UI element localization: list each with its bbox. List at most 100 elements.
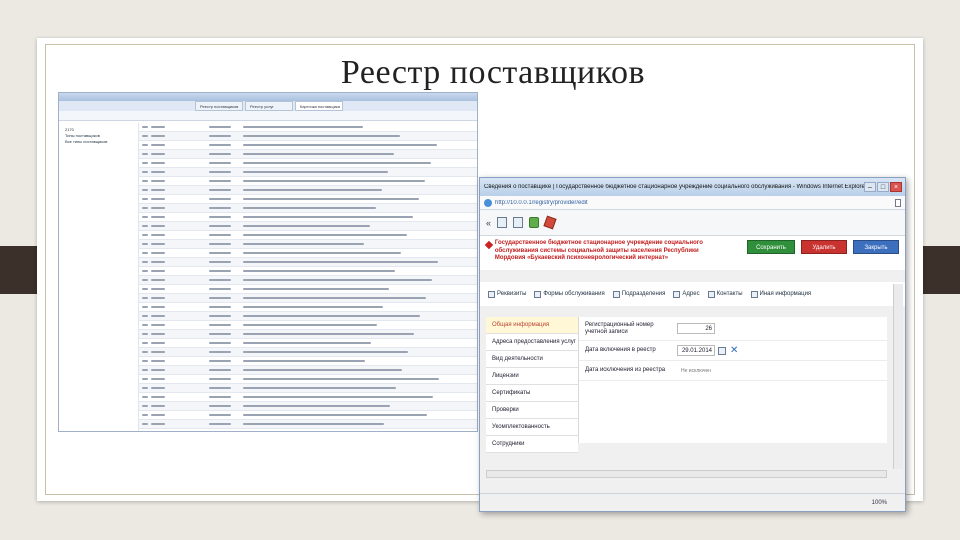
table-row[interactable] — [139, 420, 477, 429]
tab-contacts[interactable]: Контакты — [707, 290, 743, 298]
table-row[interactable] — [139, 132, 477, 141]
table-row[interactable] — [139, 177, 477, 186]
tree-item[interactable]: Все типы поставщиков — [65, 139, 132, 145]
save-button[interactable]: Сохранить — [747, 240, 795, 254]
table-row[interactable] — [139, 159, 477, 168]
tab-divisions[interactable]: Подразделения — [612, 290, 665, 298]
table-row[interactable] — [139, 240, 477, 249]
calendar-icon[interactable] — [718, 346, 726, 355]
cell-text-placeholder — [151, 369, 165, 372]
nav-employees[interactable]: Сотрудники — [486, 436, 578, 453]
pin-icon[interactable] — [543, 215, 557, 230]
table-row[interactable] — [139, 231, 477, 240]
cell-text-placeholder — [142, 351, 148, 354]
table-row[interactable] — [139, 294, 477, 303]
cell-text-placeholder — [142, 234, 148, 237]
clear-icon[interactable]: ✕ — [730, 345, 738, 356]
table-row[interactable] — [139, 222, 477, 231]
document-icon[interactable] — [497, 217, 508, 228]
table-cell — [243, 134, 477, 139]
table-row[interactable] — [139, 330, 477, 339]
table-row[interactable] — [139, 339, 477, 348]
horizontal-scrollbar[interactable] — [486, 470, 887, 478]
vertical-scrollbar[interactable] — [893, 284, 903, 469]
table-row[interactable] — [139, 375, 477, 384]
delete-button[interactable]: Удалить — [801, 240, 847, 254]
table-cell — [139, 188, 151, 193]
table-cell — [209, 296, 243, 301]
table-row[interactable] — [139, 402, 477, 411]
background-tab[interactable]: Карточка поставщика — [295, 101, 343, 111]
table-cell — [209, 377, 243, 382]
nav-licenses[interactable]: Лицензии — [486, 368, 578, 385]
table-row[interactable] — [139, 267, 477, 276]
table-cell — [243, 377, 477, 382]
cell-text-placeholder — [209, 252, 231, 255]
table-cell — [209, 422, 243, 427]
tab-address[interactable]: Адрес — [673, 290, 700, 298]
table-row[interactable] — [139, 348, 477, 357]
tab-other-info[interactable]: Иная информация — [750, 290, 811, 298]
included-date-field[interactable]: 29.01.2014 — [677, 345, 715, 356]
table-cell — [243, 143, 477, 148]
cell-text-placeholder — [209, 189, 231, 192]
table-row[interactable] — [139, 393, 477, 402]
table-row[interactable] — [139, 258, 477, 267]
table-row[interactable] — [139, 312, 477, 321]
table-cell — [151, 161, 209, 166]
table-row[interactable] — [139, 150, 477, 159]
collapse-icon[interactable]: « — [486, 218, 491, 228]
table-cell — [243, 179, 477, 184]
table-row[interactable] — [139, 204, 477, 213]
table-row[interactable] — [139, 384, 477, 393]
table-cell — [209, 386, 243, 391]
background-tab[interactable]: Реестр поставщиков — [195, 101, 243, 111]
address-text[interactable]: http://10.0.0.1/registry/provider/edit — [495, 200, 895, 206]
page-icon[interactable] — [895, 198, 901, 207]
minimize-icon[interactable]: – — [864, 182, 876, 192]
cell-text-placeholder — [209, 270, 231, 273]
lock-icon[interactable] — [513, 217, 524, 228]
background-body: 2170 Типы поставщиков Все типы поставщик… — [59, 123, 477, 431]
cell-text-placeholder — [209, 405, 231, 408]
table-row[interactable] — [139, 285, 477, 294]
table-cell — [243, 197, 477, 202]
maximize-icon[interactable]: □ — [877, 182, 889, 192]
table-row[interactable] — [139, 357, 477, 366]
table-row[interactable] — [139, 303, 477, 312]
table-row[interactable] — [139, 186, 477, 195]
tab-service-forms[interactable]: Формы обслуживания — [534, 290, 605, 298]
cell-text-placeholder — [209, 306, 231, 309]
background-tab[interactable]: Реестр услуг — [245, 101, 293, 111]
cell-text-placeholder — [142, 288, 148, 291]
nav-staffing[interactable]: Укомплектованность — [486, 419, 578, 436]
table-row[interactable] — [139, 213, 477, 222]
close-icon[interactable]: × — [890, 182, 902, 192]
cell-text-placeholder — [243, 270, 395, 273]
table-cell — [151, 422, 209, 427]
nav-activity[interactable]: Вид деятельности — [486, 351, 578, 368]
table-row[interactable] — [139, 123, 477, 132]
table-row[interactable] — [139, 411, 477, 420]
table-row[interactable] — [139, 366, 477, 375]
nav-inspections[interactable]: Проверки — [486, 402, 578, 419]
table-row[interactable] — [139, 249, 477, 258]
table-cell — [243, 170, 477, 175]
nav-service-addresses[interactable]: Адреса предоставления услуг — [486, 334, 578, 351]
table-cell — [209, 332, 243, 337]
nav-general-info[interactable]: Общая информация — [486, 317, 578, 334]
reg-number-field[interactable]: 26 — [677, 323, 715, 334]
cell-text-placeholder — [209, 378, 231, 381]
close-button[interactable]: Закрыть — [853, 240, 899, 254]
table-cell — [209, 197, 243, 202]
tab-requisites[interactable]: Реквизиты — [488, 290, 526, 298]
table-row[interactable] — [139, 321, 477, 330]
table-row[interactable] — [139, 168, 477, 177]
table-row[interactable] — [139, 195, 477, 204]
zoom-level[interactable]: 100% — [872, 500, 887, 506]
table-row[interactable] — [139, 276, 477, 285]
table-row[interactable] — [139, 141, 477, 150]
nav-certificates[interactable]: Сертификаты — [486, 385, 578, 402]
cell-text-placeholder — [243, 324, 377, 327]
refresh-icon[interactable] — [529, 217, 540, 228]
